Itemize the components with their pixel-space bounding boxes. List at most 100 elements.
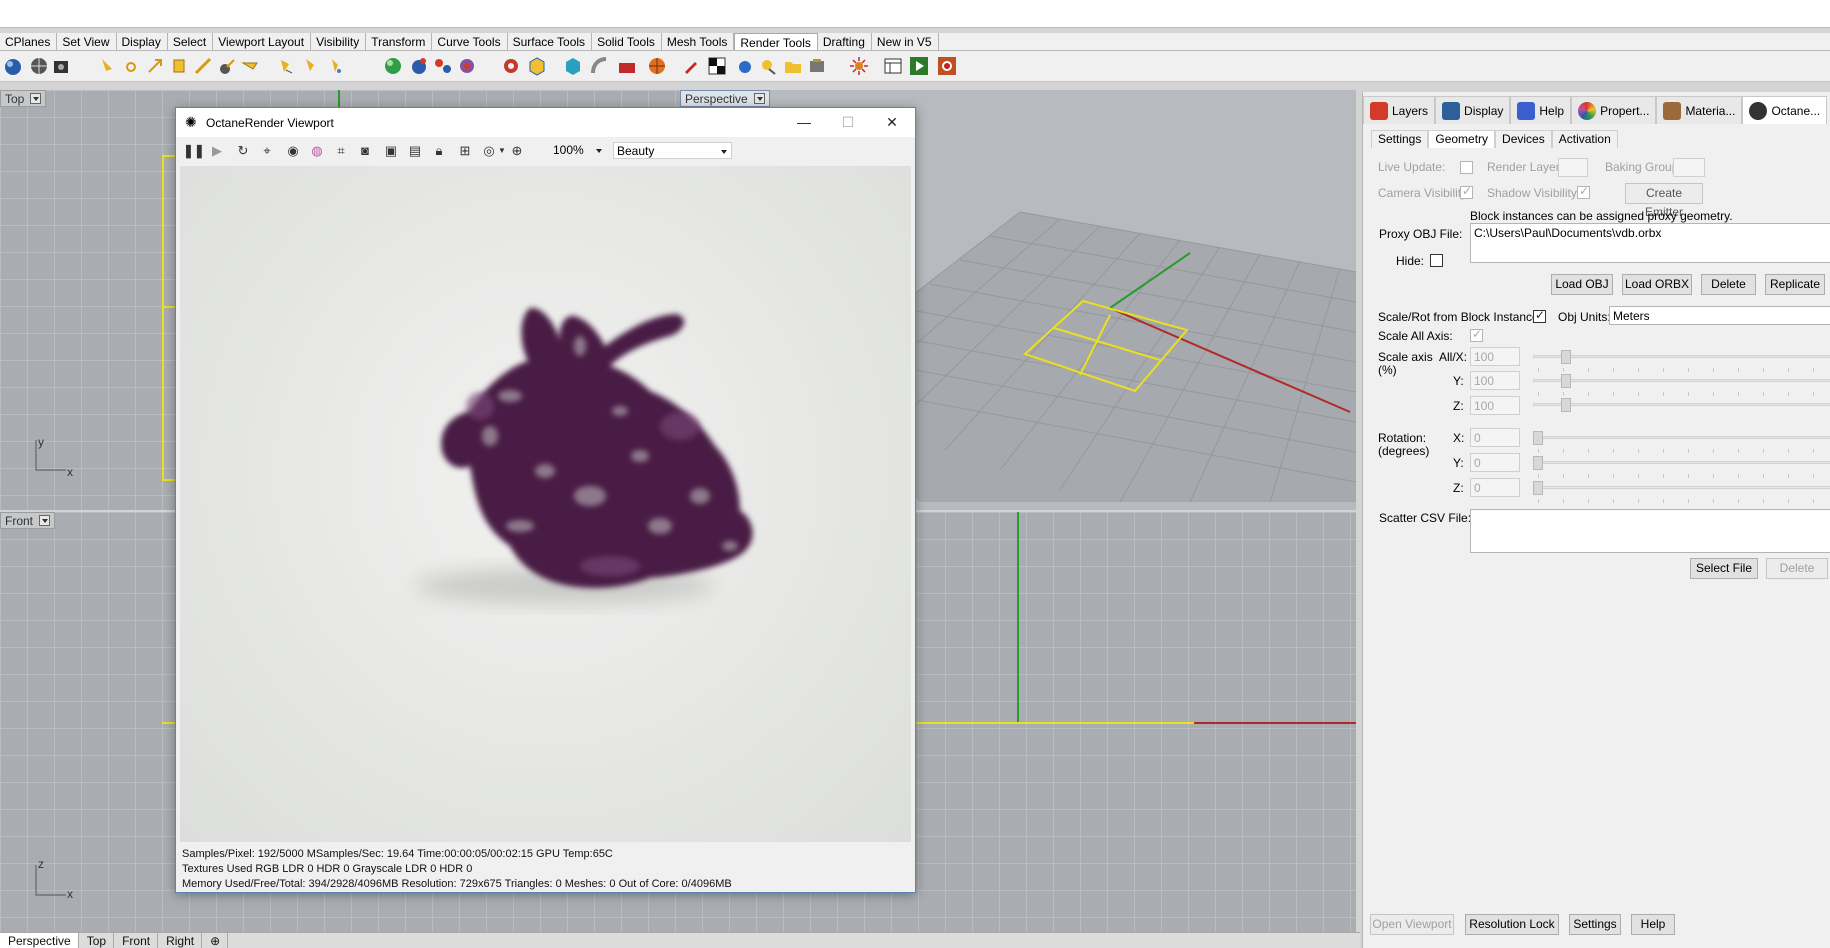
chevron-down-icon[interactable]: ▼ xyxy=(494,143,510,159)
environment-light-icon[interactable] xyxy=(216,55,238,77)
scale-z-slider[interactable] xyxy=(1533,398,1830,412)
viewport-tab-front[interactable]: Front xyxy=(114,933,159,948)
panel-tab-properties[interactable]: Propert... xyxy=(1571,96,1657,124)
scale-x-slider[interactable] xyxy=(1533,350,1830,364)
tab-cplanes[interactable]: CPlanes xyxy=(0,33,58,50)
command-line-area[interactable] xyxy=(0,0,1830,28)
tab-surface-tools[interactable]: Surface Tools xyxy=(508,33,593,50)
window-title-bar[interactable]: ✺ OctaneRender Viewport — ☐ ✕ xyxy=(176,108,915,137)
load-obj-button[interactable]: Load OBJ xyxy=(1551,274,1613,295)
texture-icon[interactable] xyxy=(432,55,454,77)
camera-visibility-checkbox[interactable] xyxy=(1460,184,1473,199)
delete-csv-button[interactable]: Delete xyxy=(1766,558,1828,579)
basketball-icon[interactable] xyxy=(646,55,668,77)
directional-light-icon[interactable] xyxy=(144,55,166,77)
play-icon[interactable]: ▶ xyxy=(209,143,225,159)
viewport-tab-perspective[interactable]: Perspective xyxy=(0,933,79,948)
rotation-z-slider[interactable] xyxy=(1533,481,1830,495)
settings-button[interactable]: Settings xyxy=(1569,914,1621,935)
panel-tab-help[interactable]: Help xyxy=(1510,96,1572,124)
tab-curve-tools[interactable]: Curve Tools xyxy=(432,33,508,50)
viewport-label-top[interactable]: Top xyxy=(0,90,47,107)
snapshot-icon[interactable] xyxy=(806,55,828,77)
paint-brush-icon[interactable] xyxy=(680,55,702,77)
light-edit-icon[interactable] xyxy=(300,55,322,77)
scale-y-field[interactable]: 100 xyxy=(1470,371,1520,390)
spotlight-icon[interactable] xyxy=(96,55,118,77)
baking-group-field[interactable] xyxy=(1673,158,1705,177)
scale-z-field[interactable]: 100 xyxy=(1470,396,1520,415)
tab-display[interactable]: Display xyxy=(117,33,168,50)
scale-all-axis-checkbox[interactable] xyxy=(1470,327,1483,342)
texture-mapping-icon[interactable] xyxy=(526,55,548,77)
material-picker-icon[interactable]: ◉ xyxy=(285,143,301,159)
environment-icon[interactable] xyxy=(758,55,780,77)
scatter-csv-field[interactable] xyxy=(1470,509,1830,553)
lock-icon[interactable]: 🔒︎ xyxy=(431,143,447,159)
tab-set-view[interactable]: Set View xyxy=(57,33,117,50)
rectangular-light-icon[interactable] xyxy=(168,55,190,77)
octane-render-start-icon[interactable] xyxy=(908,55,930,77)
panel-tab-display[interactable]: Display xyxy=(1435,96,1511,124)
focus-picker-icon[interactable]: ⌖ xyxy=(259,143,275,159)
rotation-x-slider[interactable] xyxy=(1533,431,1830,445)
load-orbx-button[interactable]: Load ORBX xyxy=(1622,274,1692,295)
scale-y-slider[interactable] xyxy=(1533,374,1830,388)
subtab-settings[interactable]: Settings xyxy=(1371,130,1429,148)
subtab-devices[interactable]: Devices xyxy=(1495,130,1552,148)
tab-select[interactable]: Select xyxy=(168,33,214,50)
pause-icon[interactable]: ❚❚ xyxy=(183,143,205,159)
tab-solid-tools[interactable]: Solid Tools xyxy=(592,33,662,50)
render-pass-select[interactable]: Beauty xyxy=(613,142,732,159)
panel-tab-layers[interactable]: Layers xyxy=(1363,96,1436,124)
render-layer-field[interactable] xyxy=(1558,158,1588,177)
octane-render-stop-icon[interactable] xyxy=(936,55,958,77)
sun-light-icon[interactable] xyxy=(240,55,262,77)
maximize-icon[interactable]: ☐ xyxy=(826,108,870,137)
subtab-geometry[interactable]: Geometry xyxy=(1428,130,1496,148)
viewport-tab-right[interactable]: Right xyxy=(158,933,203,948)
select-file-button[interactable]: Select File xyxy=(1690,558,1758,579)
ground-plane-icon[interactable] xyxy=(734,55,756,77)
restart-icon[interactable]: ↻ xyxy=(235,143,251,159)
render-globe-icon[interactable] xyxy=(28,55,50,77)
add-viewport-tab-icon[interactable]: ⊕ xyxy=(202,933,229,948)
film-region-icon[interactable]: ▤ xyxy=(407,143,423,159)
viewport-layout-icon[interactable] xyxy=(882,55,904,77)
material-library-icon[interactable] xyxy=(456,55,478,77)
scale-x-field[interactable]: 100 xyxy=(1470,347,1520,366)
sun-icon[interactable] xyxy=(848,55,870,77)
minimize-icon[interactable]: — xyxy=(782,108,826,137)
zoom-icon[interactable]: ⊕ xyxy=(509,143,525,159)
zoom-select[interactable]: 100% xyxy=(550,142,606,159)
help-button[interactable]: Help xyxy=(1631,914,1675,935)
render-settings-icon[interactable] xyxy=(50,55,72,77)
viewport-label-front[interactable]: Front xyxy=(0,512,56,529)
rotation-z-field[interactable]: 0 xyxy=(1470,478,1520,497)
tab-new-in-v5[interactable]: New in V5 xyxy=(872,33,939,50)
rotation-y-slider[interactable] xyxy=(1533,456,1830,470)
panel-tab-materials[interactable]: Materia... xyxy=(1656,96,1743,124)
close-icon[interactable]: ✕ xyxy=(870,108,914,137)
tab-drafting[interactable]: Drafting xyxy=(818,33,872,50)
point-light-icon[interactable] xyxy=(120,55,142,77)
viewport-tab-top[interactable]: Top xyxy=(79,933,115,948)
obj-units-select[interactable]: Meters xyxy=(1609,306,1830,325)
hide-checkbox[interactable] xyxy=(1430,254,1443,267)
region-render-icon[interactable]: ▣ xyxy=(383,143,399,159)
bend-icon[interactable] xyxy=(588,55,610,77)
render-sphere-icon[interactable] xyxy=(2,55,24,77)
resolution-lock-button[interactable]: Resolution Lock xyxy=(1465,914,1559,935)
chevron-down-icon[interactable] xyxy=(39,515,51,526)
tab-mesh-tools[interactable]: Mesh Tools xyxy=(662,33,735,50)
delete-proxy-button[interactable]: Delete xyxy=(1701,274,1756,295)
decal-icon[interactable] xyxy=(500,55,522,77)
panel-tab-octane[interactable]: Octane... xyxy=(1742,96,1828,124)
object-picker-icon[interactable]: ⌗ xyxy=(333,143,349,159)
chevron-down-icon[interactable] xyxy=(30,93,42,104)
material-sphere-icon[interactable] xyxy=(382,55,404,77)
tab-transform[interactable]: Transform xyxy=(366,33,433,50)
tab-render-tools[interactable]: Render Tools xyxy=(734,33,818,50)
film-clapper-icon[interactable] xyxy=(616,55,638,77)
light-target-icon[interactable] xyxy=(324,55,346,77)
